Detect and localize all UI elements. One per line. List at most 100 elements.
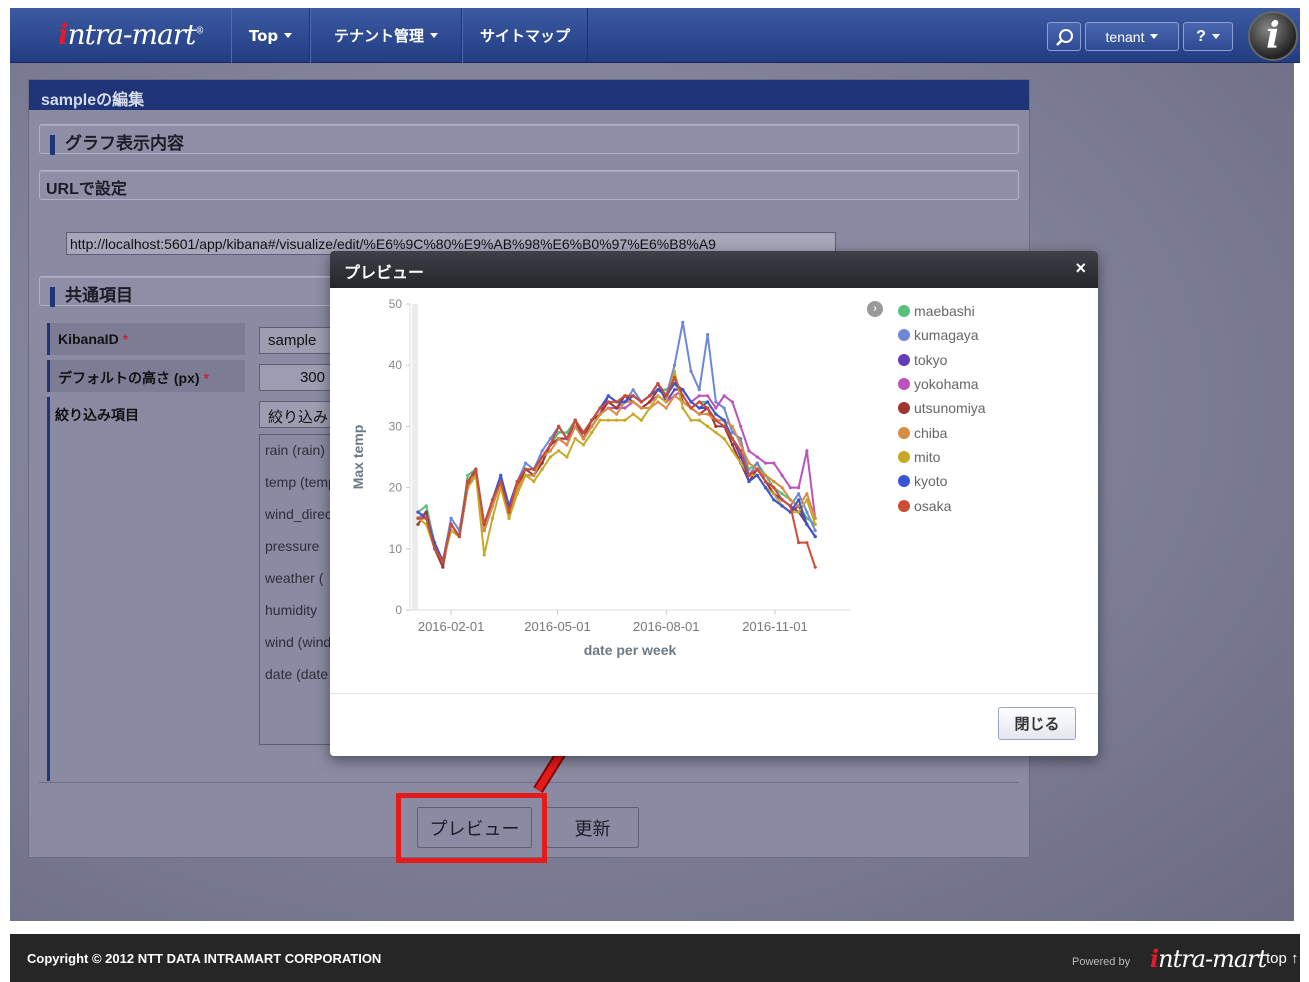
data-point-chiba bbox=[672, 394, 677, 398]
y-tick-label: 20 bbox=[389, 481, 403, 495]
data-point-osaka bbox=[730, 437, 735, 441]
data-point-chiba bbox=[590, 424, 594, 428]
x-tick-label: 2016-08-01 bbox=[633, 619, 700, 634]
page-footer: Copyright © 2012 NTT DATA INTRAMART CORP… bbox=[10, 934, 1300, 982]
data-point-kyoto bbox=[681, 388, 685, 392]
section-url-header: URLで設定 bbox=[39, 170, 1019, 200]
legend-label: maebashi bbox=[914, 303, 975, 320]
legend-item-kyoto[interactable]: kyoto bbox=[898, 469, 986, 493]
copyright-text: Copyright © 2012 NTT DATA INTRAMART CORP… bbox=[27, 951, 382, 966]
data-point-chiba bbox=[780, 486, 784, 490]
data-point-utsunomiya bbox=[424, 510, 428, 514]
legend-item-yokohama[interactable]: yokohama bbox=[898, 372, 986, 396]
data-point-chiba bbox=[581, 437, 586, 441]
chart-legend: maebashi kumagaya tokyo yokohama utsunomiya c… bbox=[898, 299, 986, 518]
search-button[interactable] bbox=[1047, 22, 1081, 51]
section-marker bbox=[50, 134, 55, 155]
data-point-kumagaya bbox=[523, 461, 528, 465]
data-point-maebashi bbox=[557, 430, 561, 435]
data-point-osaka bbox=[606, 400, 610, 404]
data-point-osaka bbox=[656, 381, 660, 386]
data-point-osaka bbox=[540, 455, 544, 459]
tenant-dropdown[interactable]: tenant bbox=[1085, 22, 1179, 51]
panel-title: sampleの編集 bbox=[29, 80, 1029, 110]
data-point-kyoto bbox=[797, 498, 801, 502]
data-point-yokohama bbox=[730, 400, 735, 404]
legend-item-tokyo[interactable]: tokyo bbox=[898, 348, 986, 372]
series-line-kumagaya bbox=[417, 321, 817, 563]
kibana-id-select[interactable]: sample bbox=[259, 327, 339, 354]
data-point-mito bbox=[606, 418, 610, 422]
nav-sitemap[interactable]: サイトマップ bbox=[462, 8, 588, 63]
legend-item-osaka[interactable]: osaka bbox=[898, 493, 986, 517]
default-height-input[interactable]: 300 bbox=[259, 364, 334, 391]
intra-mart-logo[interactable]: intra-mart® bbox=[58, 18, 204, 51]
data-point-osaka bbox=[466, 479, 470, 484]
data-point-mito bbox=[805, 498, 809, 502]
data-point-osaka bbox=[672, 375, 677, 380]
data-point-mito bbox=[573, 437, 577, 441]
legend-item-maebashi[interactable]: maebashi bbox=[898, 299, 986, 323]
data-point-mito bbox=[523, 473, 528, 477]
filter-label-bar bbox=[47, 397, 245, 781]
data-point-osaka bbox=[515, 479, 519, 484]
data-point-yokohama bbox=[714, 406, 718, 410]
data-point-kyoto bbox=[772, 498, 776, 502]
data-point-osaka bbox=[432, 547, 437, 551]
data-point-osaka bbox=[813, 565, 817, 569]
back-to-top-link[interactable]: top ↑ bbox=[1266, 950, 1299, 967]
legend-item-kumagaya[interactable]: kumagaya bbox=[898, 323, 986, 347]
data-point-yokohama bbox=[697, 394, 701, 398]
data-point-kumagaya bbox=[631, 388, 635, 392]
data-point-utsunomiya bbox=[416, 522, 420, 526]
legend-item-chiba[interactable]: chiba bbox=[898, 420, 986, 444]
data-point-chiba bbox=[639, 406, 644, 410]
data-point-kumagaya bbox=[706, 333, 710, 337]
data-point-chiba bbox=[482, 528, 486, 533]
data-point-mito bbox=[656, 394, 660, 398]
data-point-osaka bbox=[780, 498, 784, 502]
data-point-kumagaya bbox=[689, 369, 693, 373]
x-tick-label: 2016-02-01 bbox=[418, 619, 485, 634]
data-point-kyoto bbox=[416, 510, 420, 514]
data-point-mito bbox=[631, 412, 635, 416]
nav-tenant-menu[interactable]: テナント管理 bbox=[310, 8, 462, 63]
data-point-mito bbox=[697, 418, 701, 422]
data-point-osaka bbox=[548, 443, 552, 447]
close-icon[interactable]: × bbox=[1075, 258, 1086, 279]
section-graph-header: グラフ表示内容 bbox=[39, 124, 1019, 155]
data-point-chiba bbox=[565, 443, 569, 447]
data-point-mito bbox=[614, 418, 619, 422]
data-point-osaka bbox=[648, 394, 652, 398]
filter-select[interactable]: 絞り込み bbox=[259, 401, 339, 428]
data-point-mito bbox=[672, 369, 677, 373]
legend-label: mito bbox=[914, 448, 941, 465]
data-point-osaka bbox=[581, 430, 586, 435]
legend-toggle-icon[interactable]: › bbox=[867, 301, 883, 317]
nav-top-menu[interactable]: Top bbox=[231, 8, 310, 63]
data-point-mito bbox=[540, 467, 544, 471]
data-point-mito bbox=[532, 479, 536, 484]
data-point-maebashi bbox=[424, 504, 428, 508]
legend-label: kyoto bbox=[914, 473, 948, 490]
data-point-osaka bbox=[697, 400, 701, 404]
legend-dot-icon bbox=[898, 329, 910, 342]
data-point-chiba bbox=[772, 479, 776, 484]
data-point-osaka bbox=[598, 406, 602, 410]
y-axis-label: Max temp bbox=[350, 425, 366, 490]
data-point-kyoto bbox=[780, 504, 784, 508]
data-point-chiba bbox=[805, 492, 809, 496]
legend-label: utsunomiya bbox=[914, 400, 986, 417]
legend-item-utsunomiya[interactable]: utsunomiya bbox=[898, 396, 986, 420]
data-point-osaka bbox=[416, 516, 420, 520]
data-point-osaka bbox=[557, 424, 561, 428]
modal-header: プレビュー bbox=[330, 251, 1098, 288]
update-button[interactable]: 更新 bbox=[546, 807, 639, 848]
legend-item-mito[interactable]: mito bbox=[898, 445, 986, 469]
help-dropdown[interactable]: ? bbox=[1183, 22, 1233, 51]
data-point-osaka bbox=[565, 437, 569, 441]
close-button[interactable]: 閉じる bbox=[998, 707, 1076, 740]
user-avatar[interactable]: i bbox=[1248, 11, 1298, 61]
data-point-utsunomiya bbox=[714, 424, 718, 428]
data-point-kumagaya bbox=[730, 430, 735, 435]
